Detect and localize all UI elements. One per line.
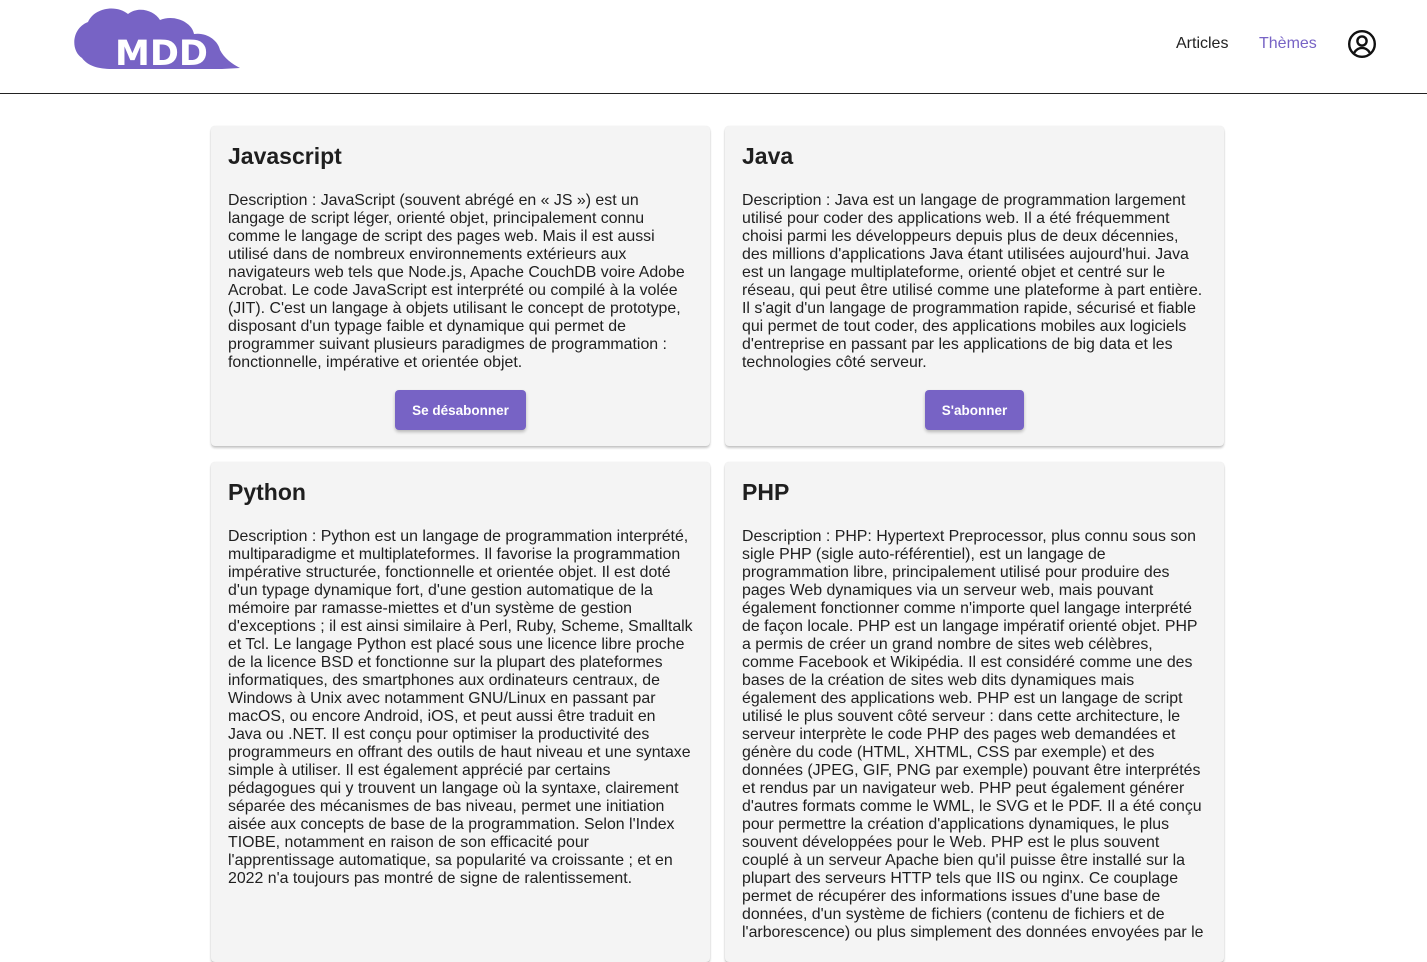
- theme-description: Description : Python est un langage de p…: [228, 528, 693, 887]
- nav-link-articles[interactable]: Articles: [1176, 35, 1228, 53]
- account-circle-icon[interactable]: [1347, 29, 1377, 59]
- theme-title: Javascript: [228, 143, 342, 169]
- logo-text: MDD: [115, 34, 208, 74]
- theme-card-python: Python Description : Python est un langa…: [211, 462, 710, 962]
- theme-card-javascript: Javascript Description : JavaScript (sou…: [211, 126, 710, 446]
- theme-description: Description : Java est un langage de pro…: [742, 192, 1203, 371]
- theme-card-java: Java Description : Java est un langage d…: [725, 126, 1224, 446]
- theme-description: Description : JavaScript (souvent abrégé…: [228, 192, 685, 371]
- app-header: MDD Articles Thèmes: [0, 0, 1427, 94]
- theme-title: Java: [742, 143, 794, 169]
- theme-title: Python: [228, 479, 306, 505]
- subscribe-button[interactable]: S'abonner: [924, 390, 1025, 430]
- mdd-logo[interactable]: MDD: [72, 6, 242, 74]
- theme-card-php: PHP Description : PHP: Hypertext Preproc…: [725, 462, 1224, 962]
- theme-title: PHP: [742, 479, 790, 505]
- theme-description: Description : PHP: Hypertext Preprocesso…: [742, 528, 1204, 941]
- theme-action: Se désabonner: [211, 390, 710, 430]
- unsubscribe-button[interactable]: Se désabonner: [395, 390, 526, 430]
- theme-action: S'abonner: [725, 390, 1224, 430]
- nav-link-themes[interactable]: Thèmes: [1259, 35, 1317, 53]
